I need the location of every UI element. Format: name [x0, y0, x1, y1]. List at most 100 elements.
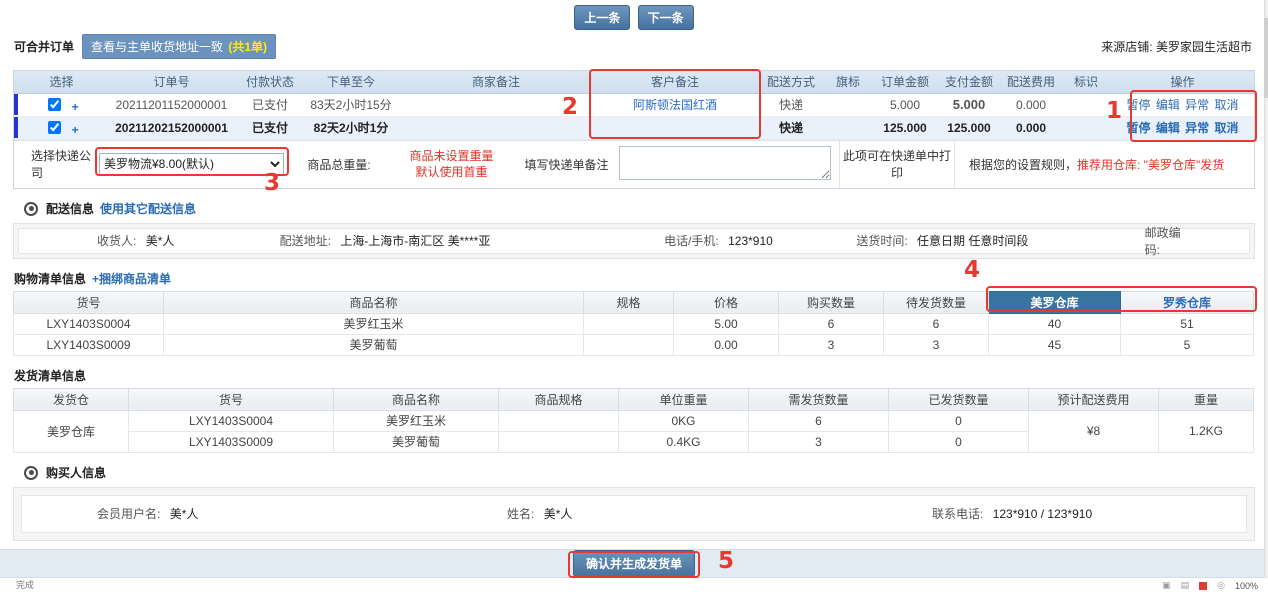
header-order-no: 订单号: [104, 71, 239, 94]
row1-order-amount: 5.000: [873, 93, 937, 117]
use-other-delivery-link[interactable]: 使用其它配送信息: [100, 200, 196, 217]
bottom-action-bar: 确认并生成发货单: [0, 549, 1268, 578]
row1-delivery: 快递: [759, 93, 823, 117]
row1-checkbox[interactable]: [48, 98, 62, 111]
purchase1-sku: LXY1403S0004: [13, 312, 164, 335]
buyer-info-box: 会员用户名: 美*人 姓名: 美*人 联系电话: 123*910 / 123*9…: [13, 486, 1255, 541]
next-order-button[interactable]: 下一条: [637, 5, 694, 30]
row1-edit-link[interactable]: 编辑: [1156, 98, 1180, 112]
source-shop: 来源店铺: 美罗家园生活超市: [1101, 38, 1252, 55]
status-find-icon: ◎: [1217, 580, 1225, 590]
purchase2-sku: LXY1403S0009: [13, 333, 164, 356]
member-username-field: 会员用户名: 美*人: [22, 505, 507, 522]
row1-expand-plus-icon[interactable]: +: [72, 100, 79, 114]
express-note-label: 填写快递单备注: [524, 157, 609, 172]
express-company-select[interactable]: 美罗物流¥8.00(默认): [99, 153, 284, 175]
purchase1-wh2-stock: 51: [1120, 312, 1254, 335]
purchase-header-qty: 购买数量: [778, 290, 884, 314]
buyer-name-field: 姓名: 美*人: [507, 505, 932, 522]
shipment2-unit-weight: 0.4KG: [618, 430, 749, 453]
shipment-header-est-fee: 预计配送费用: [1028, 387, 1159, 411]
delivery-section-header: 配送信息 使用其它配送信息: [14, 201, 1254, 217]
purchase1-spec: [583, 312, 674, 335]
delivery-time-value: 任意日期 任意时间段: [917, 234, 1029, 248]
row2-order-no: 20211202152000001: [104, 116, 239, 140]
express-note-textarea[interactable]: [619, 145, 831, 180]
source-shop-value: 美罗家园生活超市: [1155, 39, 1252, 54]
purchase-header-sku: 货号: [13, 290, 164, 314]
row1-customer-note-link[interactable]: 阿斯顿法国红酒: [633, 98, 717, 112]
bundle-list-link[interactable]: +捆绑商品清单: [92, 270, 171, 287]
order-row-2: + 20211202152000001 已支付 82天2小时1分 快递 125.…: [14, 116, 1254, 140]
header-mark: 标识: [1061, 71, 1111, 94]
receiver-field: 收货人: 美*人: [19, 232, 280, 249]
purchase2-pending: 3: [883, 333, 989, 356]
shipment-est-fee: ¥8: [1028, 409, 1159, 453]
purchase2-price: 0.00: [673, 333, 779, 356]
row2-order-amount: 125.000: [873, 116, 937, 140]
confirm-generate-shipment-button[interactable]: 确认并生成发货单: [572, 550, 695, 577]
eye-icon: [24, 201, 38, 216]
header-ops: 操作: [1111, 71, 1254, 94]
row2-cancel-link[interactable]: 取消: [1215, 121, 1239, 135]
header-pay-amount: 支付金额: [937, 71, 1001, 94]
purchase-header-pending: 待发货数量: [883, 290, 989, 314]
purchase-section-title: 购物清单信息: [14, 272, 87, 286]
shipment-row-1: 美罗仓库 LXY1403S0004 美罗红玉米 0KG 6 0 ¥8 1.2KG: [13, 409, 1254, 453]
shipment2-need-qty: 3: [748, 430, 889, 453]
view-same-address-button[interactable]: 查看与主单收货地址一致 (共1单): [82, 33, 277, 59]
row1-pay-status: 已支付: [239, 93, 301, 117]
row2-abnormal-link[interactable]: 异常: [1185, 121, 1209, 135]
print-hint: 此项可在快递单中打印: [839, 140, 954, 188]
row1-abnormal-link[interactable]: 异常: [1185, 98, 1209, 112]
shipment-total-weight: 1.2KG: [1158, 409, 1254, 453]
status-window-icon: ▣: [1162, 580, 1171, 590]
shipment1-need-qty: 6: [748, 409, 889, 432]
row2-edit-link[interactable]: 编辑: [1156, 121, 1180, 135]
purchase-table: 货号 商品名称 规格 价格 购买数量 待发货数量 美罗仓库 罗秀仓库 LXY14…: [13, 290, 1254, 356]
row1-pay-amount: 5.000: [937, 93, 1001, 117]
header-flag: 旗标: [823, 71, 873, 94]
delivery-time-label: 送货时间:: [856, 234, 908, 248]
shipment-warehouse: 美罗仓库: [13, 409, 129, 453]
warehouse-tab-meiluo[interactable]: 美罗仓库: [988, 290, 1121, 314]
warehouse-tab-luoxiu[interactable]: 罗秀仓库: [1120, 290, 1254, 314]
shipment-section-header: 发货清单信息: [14, 368, 1254, 384]
row1-pause-link[interactable]: 暂停: [1126, 98, 1150, 112]
express-note-wrap: [619, 145, 839, 183]
prev-order-button[interactable]: 上一条: [574, 5, 631, 30]
purchase2-qty: 3: [778, 333, 884, 356]
shipment1-sku: LXY1403S0004: [128, 409, 334, 432]
shipment-header-shipped-qty: 已发货数量: [888, 387, 1029, 411]
header-since: 下单至今: [301, 71, 401, 94]
delivery-info-box: 收货人: 美*人 配送地址: 上海-上海市-南汇区 美****亚 电话/手机: …: [13, 222, 1255, 259]
receiver-label: 收货人:: [97, 234, 137, 248]
header-select: 选择: [19, 71, 104, 94]
status-right-group: ▣ ▤ ◎ 100%: [1162, 580, 1258, 591]
row2-pay-status: 已支付: [239, 116, 301, 140]
purchase1-name: 美罗红玉米: [163, 312, 584, 335]
weight-warning: 商品未设置重量 默认使用首重: [389, 148, 514, 180]
row2-checkbox[interactable]: [48, 121, 62, 134]
vertical-scrollbar[interactable]: [1264, 0, 1268, 578]
orders-header-row: 选择 订单号 付款状态 下单至今 商家备注 客户备注 配送方式 旗标 订单金额 …: [14, 71, 1254, 94]
row1-delivery-fee: 0.000: [1001, 93, 1061, 117]
row2-pause-link[interactable]: 暂停: [1126, 121, 1150, 135]
status-alert-icon: [1199, 581, 1208, 590]
contact-phone-label: 联系电话:: [932, 507, 984, 521]
purchase2-wh2-stock: 5: [1120, 333, 1254, 356]
shipment-header-need-qty: 需发货数量: [748, 387, 889, 411]
zip-field: 邮政编码:: [1145, 224, 1249, 258]
scrollbar-thumb[interactable]: [1264, 18, 1268, 98]
delivery-section-title: 配送信息: [46, 202, 95, 216]
buyer-name-value: 美*人: [543, 507, 573, 521]
address-field: 配送地址: 上海-上海市-南汇区 美****亚: [280, 232, 664, 249]
purchase2-spec: [583, 333, 674, 356]
purchase2-wh1-stock: 45: [988, 333, 1121, 356]
browser-status-bar: 完成 ▣ ▤ ◎ 100%: [0, 579, 1268, 592]
row1-cancel-link[interactable]: 取消: [1215, 98, 1239, 112]
orders-footer-row: 选择快递公司 美罗物流¥8.00(默认) 商品总重量: 商品未设置重量 默认使用…: [14, 139, 1254, 188]
row1-order-no: 20211201152000001: [104, 93, 239, 117]
row2-ops-cell: 暂停 编辑 异常 取消: [1111, 116, 1254, 140]
row2-expand-plus-icon[interactable]: +: [72, 123, 79, 137]
